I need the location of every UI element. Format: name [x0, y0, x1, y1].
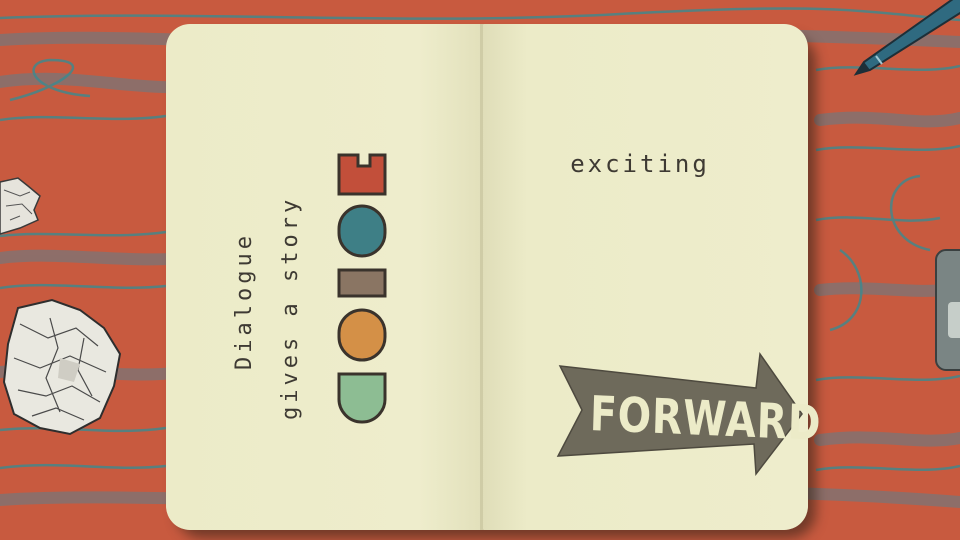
forward-text: FORWARD: [589, 386, 823, 452]
dialogue-text: Dialogue: [232, 232, 257, 370]
color-block-brown: [337, 268, 387, 298]
color-block-orange: [337, 308, 387, 362]
notebook-spine: [480, 24, 483, 530]
color-block-teal: [337, 204, 387, 258]
color-block-red: [337, 153, 387, 196]
crumpled-paper-icon: [0, 177, 41, 235]
exciting-text: exciting: [570, 150, 710, 178]
crumpled-paper-icon: [2, 298, 122, 436]
color-word-graphic: color: [337, 153, 387, 424]
notebook-left-page: [166, 24, 482, 530]
pen-icon: [853, 0, 960, 76]
gives-a-story-text: gives a story: [278, 195, 303, 420]
calculator-icon: [935, 249, 960, 371]
color-block-green: [337, 372, 387, 424]
